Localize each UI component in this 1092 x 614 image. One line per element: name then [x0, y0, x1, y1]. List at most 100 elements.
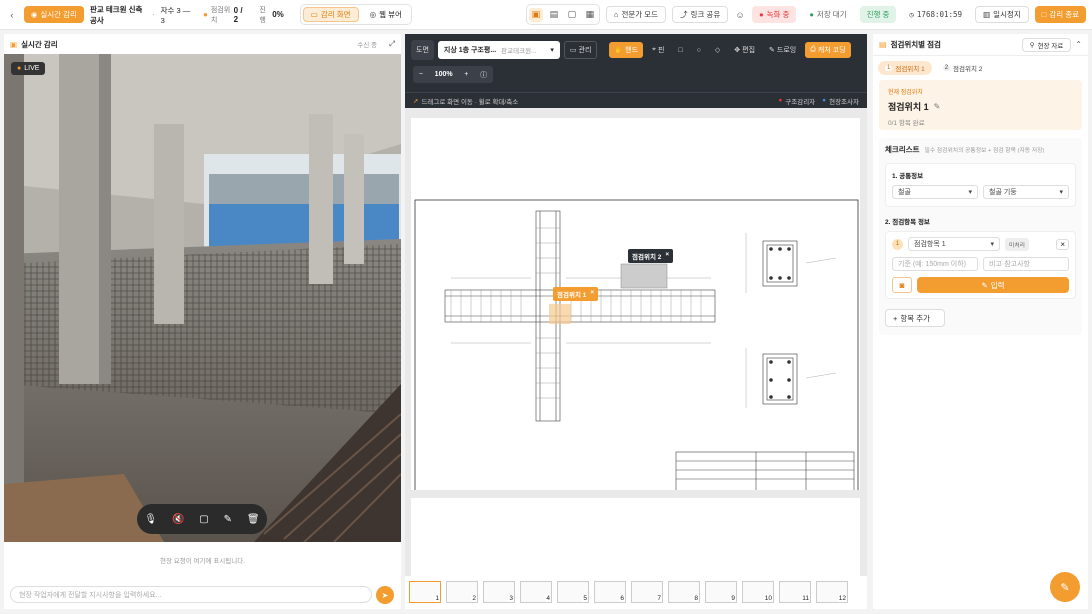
chevron-up-icon[interactable]: ⌃	[1075, 40, 1082, 49]
chevron-down-icon: ▾	[968, 189, 972, 196]
close-icon[interactable]: ×	[665, 251, 669, 261]
live-inspection-button[interactable]: ◉ 실시간 감리	[23, 6, 84, 23]
close-icon[interactable]: ×	[1056, 238, 1069, 250]
drawing-canvas[interactable]: 점검위치 2 × 점검위치 1 ×	[405, 108, 867, 578]
user-add-icon[interactable]: ☺	[734, 8, 746, 22]
camera-button[interactable]: ◙	[892, 277, 912, 293]
hand-tool[interactable]: ✋ 핸드	[609, 42, 644, 58]
pin-icon: ⌖	[652, 46, 656, 53]
checklist-icon: ▤	[879, 40, 887, 49]
info-icon[interactable]: ⓘ	[480, 70, 487, 80]
reference-button[interactable]: ⚲ 현장 자료	[1021, 37, 1072, 52]
pause-icon: ▥	[983, 10, 991, 19]
drawing-tab[interactable]: 도면	[411, 40, 434, 60]
zoom-in-icon[interactable]: +	[464, 71, 468, 78]
floating-action-button[interactable]: ✎	[1050, 572, 1080, 602]
current-location-name: 점검위치 1	[888, 102, 929, 112]
page-thumbnail[interactable]: 2	[446, 581, 478, 603]
inspection-panel: ▤ 점검위치별 점검 ⚲ 현장 자료 ⌃ 1 점검위치 1 2 점검위치 2 현재 점…	[873, 34, 1088, 609]
page-number: 5	[582, 595, 588, 602]
construction-scene	[4, 54, 401, 542]
tab-location-2[interactable]: 2 점검위치 2	[936, 61, 990, 75]
location-tabs: 1 점검위치 1 2 점검위치 2	[873, 56, 1088, 80]
microphone-icon[interactable]: 🎙	[144, 514, 157, 525]
share-icon: ⤴	[680, 10, 688, 19]
page-thumbnail[interactable]: 11	[779, 581, 811, 603]
tab-number-icon: 1	[885, 65, 893, 71]
rect-tool[interactable]: □	[673, 42, 687, 58]
square-icon: □	[678, 46, 683, 54]
capture-button[interactable]: ⎙ 캐처 코딩	[805, 42, 851, 58]
item-select[interactable]: 점검항목 1 ▾	[908, 237, 1000, 251]
page-thumbnail[interactable]: 1	[409, 581, 441, 603]
legend-dot-blue-icon: ●	[822, 97, 827, 104]
edit-tool[interactable]: ✥ 편집	[729, 42, 760, 58]
grid-icon[interactable]: ▦	[583, 8, 597, 22]
chevron-left-icon[interactable]: ‹	[6, 8, 18, 22]
material-select[interactable]: 철골 ▾	[892, 185, 978, 199]
item-number: 1	[892, 238, 903, 250]
tab-location-1[interactable]: 1 점검위치 1	[878, 61, 932, 75]
lock-icon: ⌂	[613, 10, 619, 19]
page-thumbnail[interactable]: 4	[520, 581, 552, 603]
inspect-counter: ● 점검위치 0 / 2 진행 0%	[202, 5, 284, 24]
tag-tool[interactable]: ◇	[710, 42, 725, 58]
layout-split-icon[interactable]: ▣	[528, 7, 543, 22]
page-thumbnail[interactable]: 3	[483, 581, 515, 603]
send-button[interactable]: ➤	[376, 586, 394, 604]
page-number: 9	[730, 595, 736, 602]
zoom-out-icon[interactable]: −	[419, 71, 423, 78]
drawing-tool[interactable]: ✎ 드로잉	[764, 42, 801, 58]
current-location-card: 현재 점검위치 점검위치 1 ✎ 0/1 항목 완료	[879, 80, 1082, 130]
checklist-card: 체크리스트 필수 점검위치의 공통정보 + 점검 항목 (자동 저장) 1. 공통…	[879, 138, 1082, 335]
page-thumbnail[interactable]: 7	[631, 581, 663, 603]
marker-location-2[interactable]: 점검위치 2 ×	[628, 249, 674, 263]
page-thumbnail[interactable]: 12	[816, 581, 848, 603]
drawing-title-select[interactable]: 지상 1층 구조평... 판교테크원... ▾	[437, 41, 560, 59]
circle-tool[interactable]: ○	[692, 42, 706, 58]
edit-icon[interactable]: ✎	[934, 102, 941, 111]
close-icon[interactable]: ×	[590, 289, 594, 299]
project-name: 판교 테크원 신축공사	[89, 4, 143, 25]
note-input[interactable]: 비고·참고사항	[983, 257, 1069, 271]
mute-icon[interactable]: 🔇	[172, 514, 184, 525]
top-bar: ‹ ◉ 실시간 감리 판교 테크원 신축공사 · 자수 3 — 3 ● 점검위치 …	[0, 0, 1092, 30]
page-thumbnail[interactable]: 10	[742, 581, 774, 603]
record-dot-icon: ●	[759, 10, 764, 19]
live-icon: ◉	[30, 10, 38, 19]
camera-icon: ◙	[899, 280, 905, 290]
view-tab-group: ▭ 감리 화면 ◎ 웹 뷰어	[299, 4, 412, 25]
manage-button[interactable]: ▭ 관리	[563, 41, 598, 59]
tag-icon: ◇	[714, 47, 721, 54]
save-status: ● 저장 대기	[809, 10, 847, 19]
pencil-icon: ✎	[769, 47, 775, 54]
tab-web-viewer[interactable]: ◎ 웹 뷰어	[363, 7, 409, 22]
page-thumbnail[interactable]: 8	[668, 581, 700, 603]
expert-mode-button[interactable]: ⌂ 전문가 모드	[605, 6, 667, 23]
standard-input[interactable]: 기준 (예: 150mm 이하)	[892, 257, 978, 271]
share-link-button[interactable]: ⤴ 링크 공유	[672, 6, 729, 23]
page-number: 4	[545, 595, 551, 602]
status-badge: 진행 중	[859, 6, 897, 23]
add-item-button[interactable]: + 항목 추가	[885, 309, 945, 327]
end-inspection-button[interactable]: □ 감리 종료	[1034, 6, 1086, 23]
trash-icon[interactable]: 🗑	[247, 514, 260, 525]
layout-group: ▣ ▤ ▢ ▦	[525, 4, 600, 25]
floor-info: 자수 3 — 3	[160, 5, 191, 25]
chat-icon[interactable]: ▢	[565, 8, 579, 22]
page-thumbnail[interactable]: 5	[557, 581, 589, 603]
expand-icon[interactable]: ⤢	[389, 39, 395, 49]
page-thumbnail[interactable]: 9	[705, 581, 737, 603]
page-thumbnail[interactable]: 6	[594, 581, 626, 603]
member-select[interactable]: 철골 기둥 ▾	[983, 185, 1069, 199]
instruction-input[interactable]: 현장 작업자에게 전달할 지시사항을 입력하세요...	[10, 586, 372, 603]
map-icon[interactable]: ▤	[547, 8, 561, 22]
marker-location-1[interactable]: 점검위치 1 ×	[553, 287, 599, 301]
tab-screen[interactable]: ▭ 감리 화면	[302, 7, 359, 22]
pen-icon[interactable]: ✎	[224, 514, 232, 525]
pin-tool[interactable]: ⌖ 핀	[647, 42, 669, 58]
message-icon[interactable]: ▢	[199, 514, 208, 525]
pause-button[interactable]: ▥ 일시정지	[975, 6, 1029, 23]
record-button[interactable]: ✎ 입력	[917, 277, 1069, 293]
plus-icon: +	[893, 313, 898, 323]
